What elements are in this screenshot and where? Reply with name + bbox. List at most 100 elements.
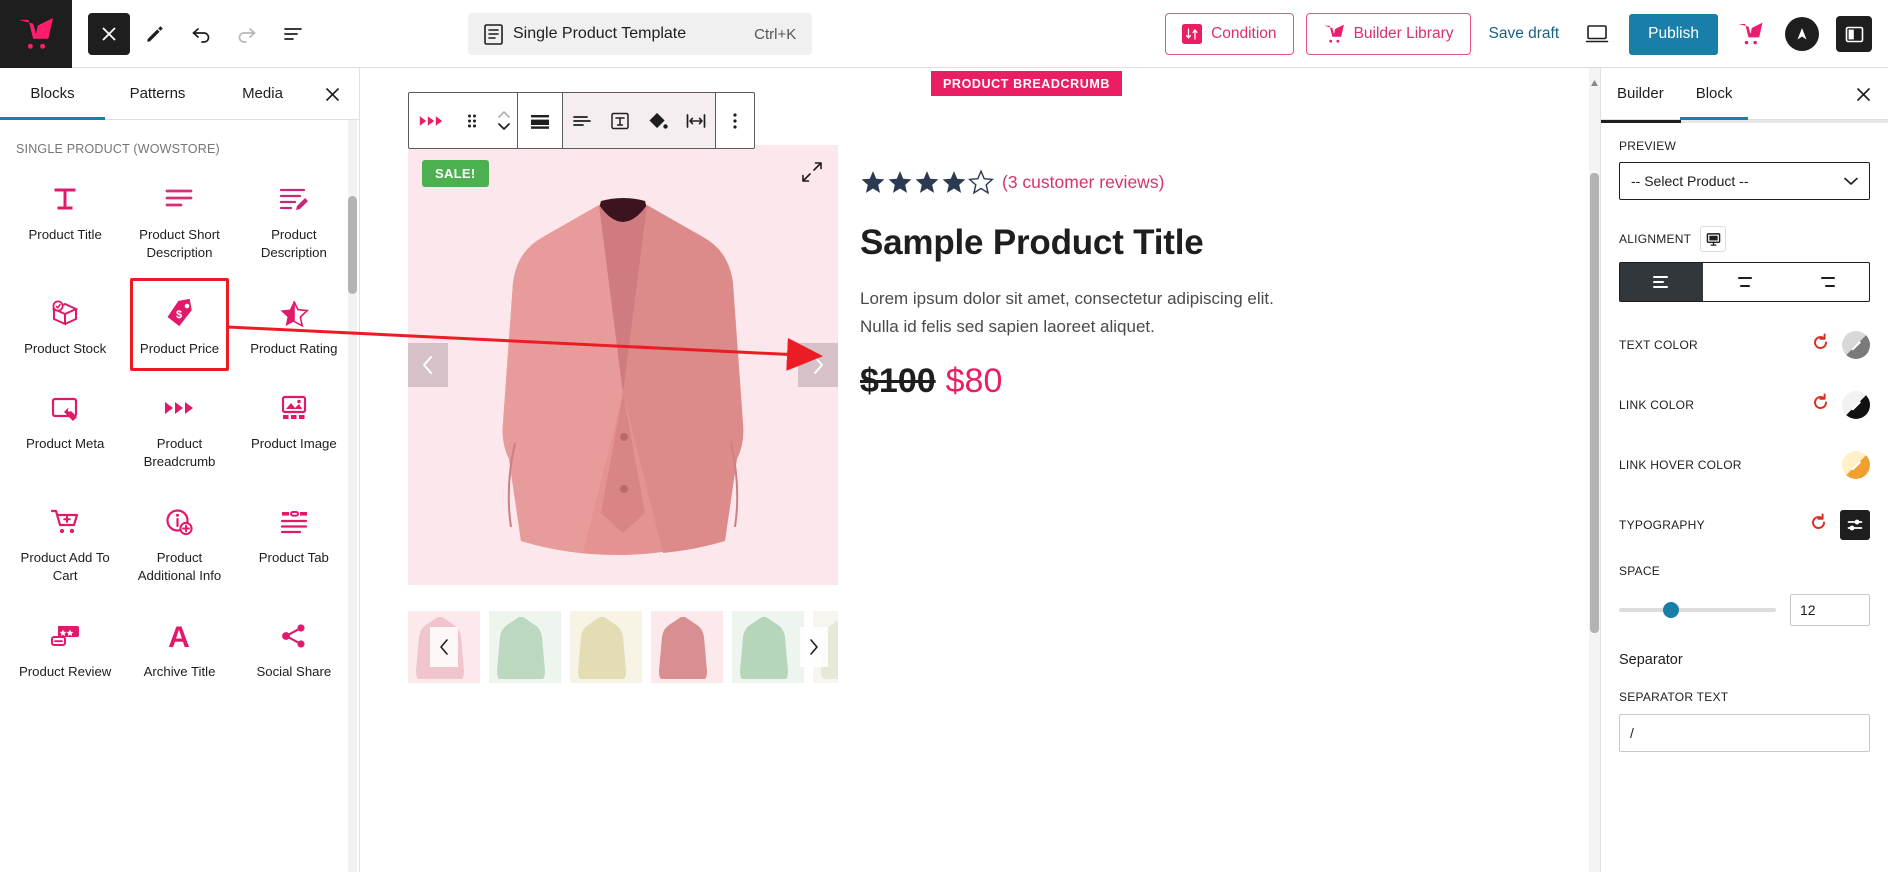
link-hover-color-swatch[interactable] (1842, 451, 1870, 479)
width-button[interactable] (677, 93, 715, 148)
scroll-up-arrow-icon[interactable] (1590, 74, 1599, 92)
tab-patterns[interactable]: Patterns (105, 68, 210, 120)
block-product-price[interactable]: $ Product Price (122, 277, 236, 372)
align-center-button[interactable] (1703, 263, 1786, 301)
block-label: Product Meta (25, 436, 105, 452)
image-gallery-icon (278, 391, 310, 425)
block-product-tab[interactable]: Product Tab (237, 493, 351, 595)
space-control: SPACE 12 (1619, 564, 1870, 626)
block-toolbar (408, 92, 755, 149)
title-t-icon (50, 182, 80, 216)
description-pencil-icon (278, 182, 310, 216)
align-right-button[interactable] (1786, 263, 1869, 301)
reset-icon (1814, 333, 1828, 349)
gallery-next-button[interactable] (798, 343, 838, 387)
separator-text-label: SEPARATOR TEXT (1619, 690, 1729, 704)
block-product-review[interactable]: Product Review (8, 607, 122, 691)
thumbnail-item[interactable] (570, 611, 642, 683)
close-inserter-button[interactable] (317, 79, 347, 109)
link-color-row: LINK COLOR (1619, 388, 1870, 422)
thumbnail-item[interactable] (489, 611, 561, 683)
block-product-short-description[interactable]: Product Short Description (122, 170, 236, 272)
chevron-right-icon (810, 639, 818, 655)
expand-gallery-button[interactable] (800, 160, 824, 189)
tab-media[interactable]: Media (210, 68, 315, 120)
inserter-scrollbar-thumb[interactable] (348, 196, 357, 294)
edit-pencil-icon (147, 25, 163, 42)
block-product-image[interactable]: Product Image (237, 379, 351, 481)
more-options-button[interactable] (716, 93, 754, 148)
condition-button[interactable]: Condition (1165, 13, 1294, 55)
text-box-button[interactable] (601, 93, 639, 148)
star-rating (860, 169, 994, 195)
canvas-scrollbar-thumb[interactable] (1590, 173, 1599, 633)
preview-device-button[interactable] (1577, 14, 1617, 54)
change-alignment-button[interactable] (518, 93, 562, 148)
wowstore-panel-button[interactable] (1730, 14, 1770, 54)
align-right-icon (1820, 277, 1835, 287)
tab-block[interactable]: Block (1680, 68, 1749, 120)
align-left-button[interactable] (1620, 263, 1703, 301)
text-color-reset-button[interactable] (1811, 333, 1830, 357)
separator-text-input[interactable]: / (1619, 714, 1870, 752)
tab-builder[interactable]: Builder (1601, 68, 1680, 120)
sliders-icon (1847, 519, 1863, 531)
text-align-button[interactable] (563, 93, 601, 148)
astra-settings-button[interactable] (1782, 14, 1822, 54)
thumbnail-item[interactable] (651, 611, 723, 683)
short-description-lines-icon (163, 182, 195, 216)
block-product-breadcrumb[interactable]: Product Breadcrumb (122, 379, 236, 481)
redo-button[interactable] (226, 13, 268, 55)
document-overview-button[interactable] (272, 13, 314, 55)
wowstore-cart-icon (1738, 22, 1762, 45)
block-product-stock[interactable]: Product Stock (8, 284, 122, 368)
close-settings-button[interactable] (1848, 79, 1878, 109)
space-slider[interactable] (1619, 602, 1776, 618)
social-share-icon (279, 619, 309, 653)
fill-color-button[interactable] (639, 93, 677, 148)
space-slider-handle[interactable] (1662, 602, 1679, 618)
block-label: Product Price (139, 340, 220, 356)
space-value-input[interactable]: 12 (1790, 594, 1870, 626)
chevron-left-icon (423, 356, 432, 374)
thumbnail-item[interactable] (732, 611, 804, 683)
close-editor-button[interactable] (88, 12, 130, 55)
link-color-reset-button[interactable] (1811, 393, 1830, 417)
block-product-description[interactable]: Product Description (237, 170, 351, 272)
drag-handle-button[interactable] (453, 93, 491, 148)
product-gallery[interactable]: SALE! (408, 145, 838, 585)
astra-logo-icon (1785, 17, 1819, 51)
product-rating-row: (3 customer reviews) (860, 169, 1300, 195)
thumbnails-next-button[interactable] (800, 627, 828, 667)
undo-button[interactable] (180, 13, 222, 55)
publish-button[interactable]: Publish (1629, 13, 1718, 55)
customer-reviews-link[interactable]: (3 customer reviews) (1002, 172, 1164, 193)
gallery-prev-button[interactable] (408, 343, 448, 387)
block-social-share[interactable]: Social Share (237, 607, 351, 691)
tab-blocks[interactable]: Blocks (0, 68, 105, 120)
typography-reset-button[interactable] (1809, 513, 1828, 537)
typography-settings-button[interactable] (1840, 510, 1870, 540)
block-product-additional-info[interactable]: Product Additional Info (122, 493, 236, 595)
preview-product-select[interactable]: -- Select Product -- (1619, 162, 1870, 200)
link-color-swatch[interactable] (1842, 391, 1870, 419)
close-icon (1856, 87, 1870, 101)
move-block-buttons[interactable] (491, 93, 517, 148)
save-draft-button[interactable]: Save draft (1483, 25, 1566, 43)
document-title-chip[interactable]: Single Product Template Ctrl+K (468, 13, 813, 55)
builder-library-button[interactable]: Builder Library (1305, 13, 1471, 55)
settings-sidebar-toggle[interactable] (1834, 14, 1874, 54)
block-product-title[interactable]: Product Title (8, 170, 122, 272)
text-color-swatch[interactable] (1842, 331, 1870, 359)
block-product-add-to-cart[interactable]: Product Add To Cart (8, 493, 122, 595)
block-type-breadcrumb-button[interactable] (409, 93, 453, 148)
block-product-rating[interactable]: Product Rating (237, 284, 351, 368)
wowstore-logo[interactable] (0, 0, 72, 68)
edit-pencil-button[interactable] (134, 13, 176, 55)
block-archive-title[interactable]: A Archive Title (122, 607, 236, 691)
alignment-device-button[interactable] (1700, 226, 1727, 252)
canvas-scrollbar-track[interactable] (1589, 68, 1600, 872)
separator-text-control: SEPARATOR TEXT / (1619, 690, 1870, 752)
thumbnails-prev-button[interactable] (430, 627, 458, 667)
block-product-meta[interactable]: Product Meta (8, 379, 122, 481)
